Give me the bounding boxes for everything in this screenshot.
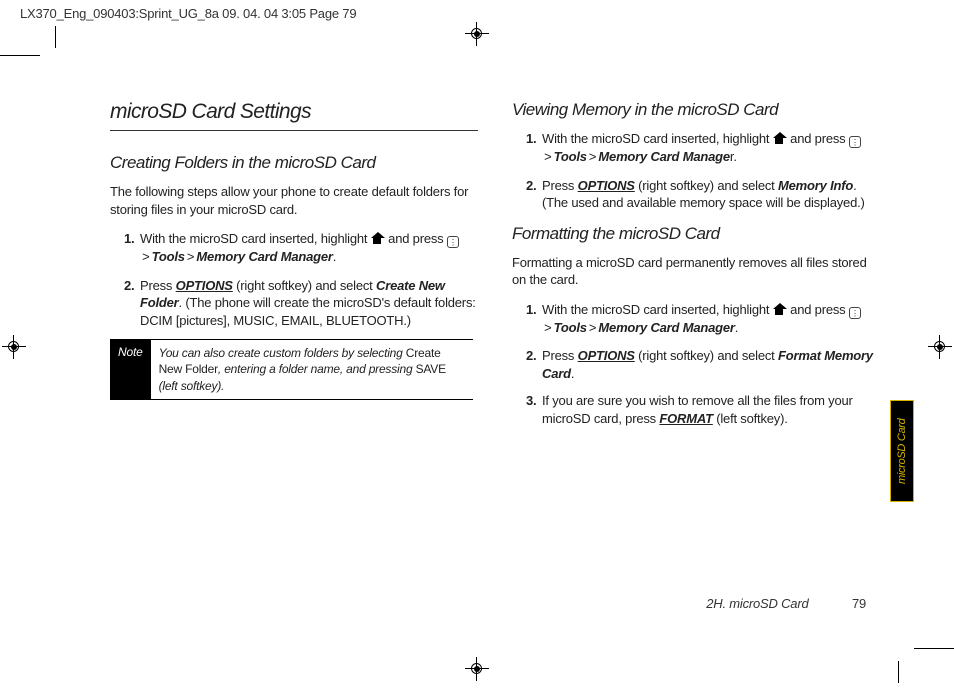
home-icon: [371, 232, 385, 244]
subsection-title: Viewing Memory in the microSD Card: [512, 100, 880, 120]
registration-mark-icon: [465, 22, 489, 46]
footer-section: 2H. microSD Card: [706, 596, 808, 611]
list-item: 1. With the microSD card inserted, highl…: [526, 130, 880, 167]
page-number: 79: [852, 596, 866, 611]
registration-mark-icon: [928, 335, 952, 359]
list-item: 1. With the microSD card inserted, highl…: [124, 230, 478, 267]
note-box: Note You can also create custom folders …: [110, 339, 473, 400]
intro-text: Formatting a microSD card permanently re…: [512, 254, 880, 289]
list-item: 2. Press OPTIONS (right softkey) and sel…: [526, 347, 880, 382]
crop-mark-icon: [0, 55, 40, 56]
thumb-tab: microSD Card: [890, 400, 914, 502]
intro-text: The following steps allow your phone to …: [110, 183, 478, 218]
crop-mark-icon: [914, 648, 954, 649]
note-body: You can also create custom folders by se…: [151, 339, 473, 400]
menu-key-icon: ⋮: [447, 236, 459, 248]
subsection-title: Creating Folders in the microSD Card: [110, 153, 478, 173]
right-column: Viewing Memory in the microSD Card 1. Wi…: [512, 100, 880, 437]
left-column: microSD Card Settings Creating Folders i…: [110, 100, 478, 437]
subsection-title: Formatting the microSD Card: [512, 224, 880, 244]
page-footer: 2H. microSD Card 79: [706, 596, 866, 611]
menu-key-icon: ⋮: [849, 307, 861, 319]
page-content: microSD Card Settings Creating Folders i…: [110, 100, 880, 437]
section-title: microSD Card Settings: [110, 100, 478, 131]
menu-key-icon: ⋮: [849, 136, 861, 148]
registration-mark-icon: [465, 657, 489, 681]
crop-mark-icon: [898, 661, 899, 683]
crop-mark-icon: [55, 26, 56, 48]
list-item: 2. Press OPTIONS (right softkey) and sel…: [124, 277, 478, 330]
list-item: 3. If you are sure you wish to remove al…: [526, 392, 880, 427]
note-label: Note: [110, 339, 151, 400]
list-item: 2. Press OPTIONS (right softkey) and sel…: [526, 177, 880, 212]
registration-mark-icon: [2, 335, 26, 359]
home-icon: [773, 132, 787, 144]
print-header: LX370_Eng_090403:Sprint_UG_8a 09. 04. 04…: [20, 6, 934, 21]
list-item: 1. With the microSD card inserted, highl…: [526, 301, 880, 338]
home-icon: [773, 303, 787, 315]
